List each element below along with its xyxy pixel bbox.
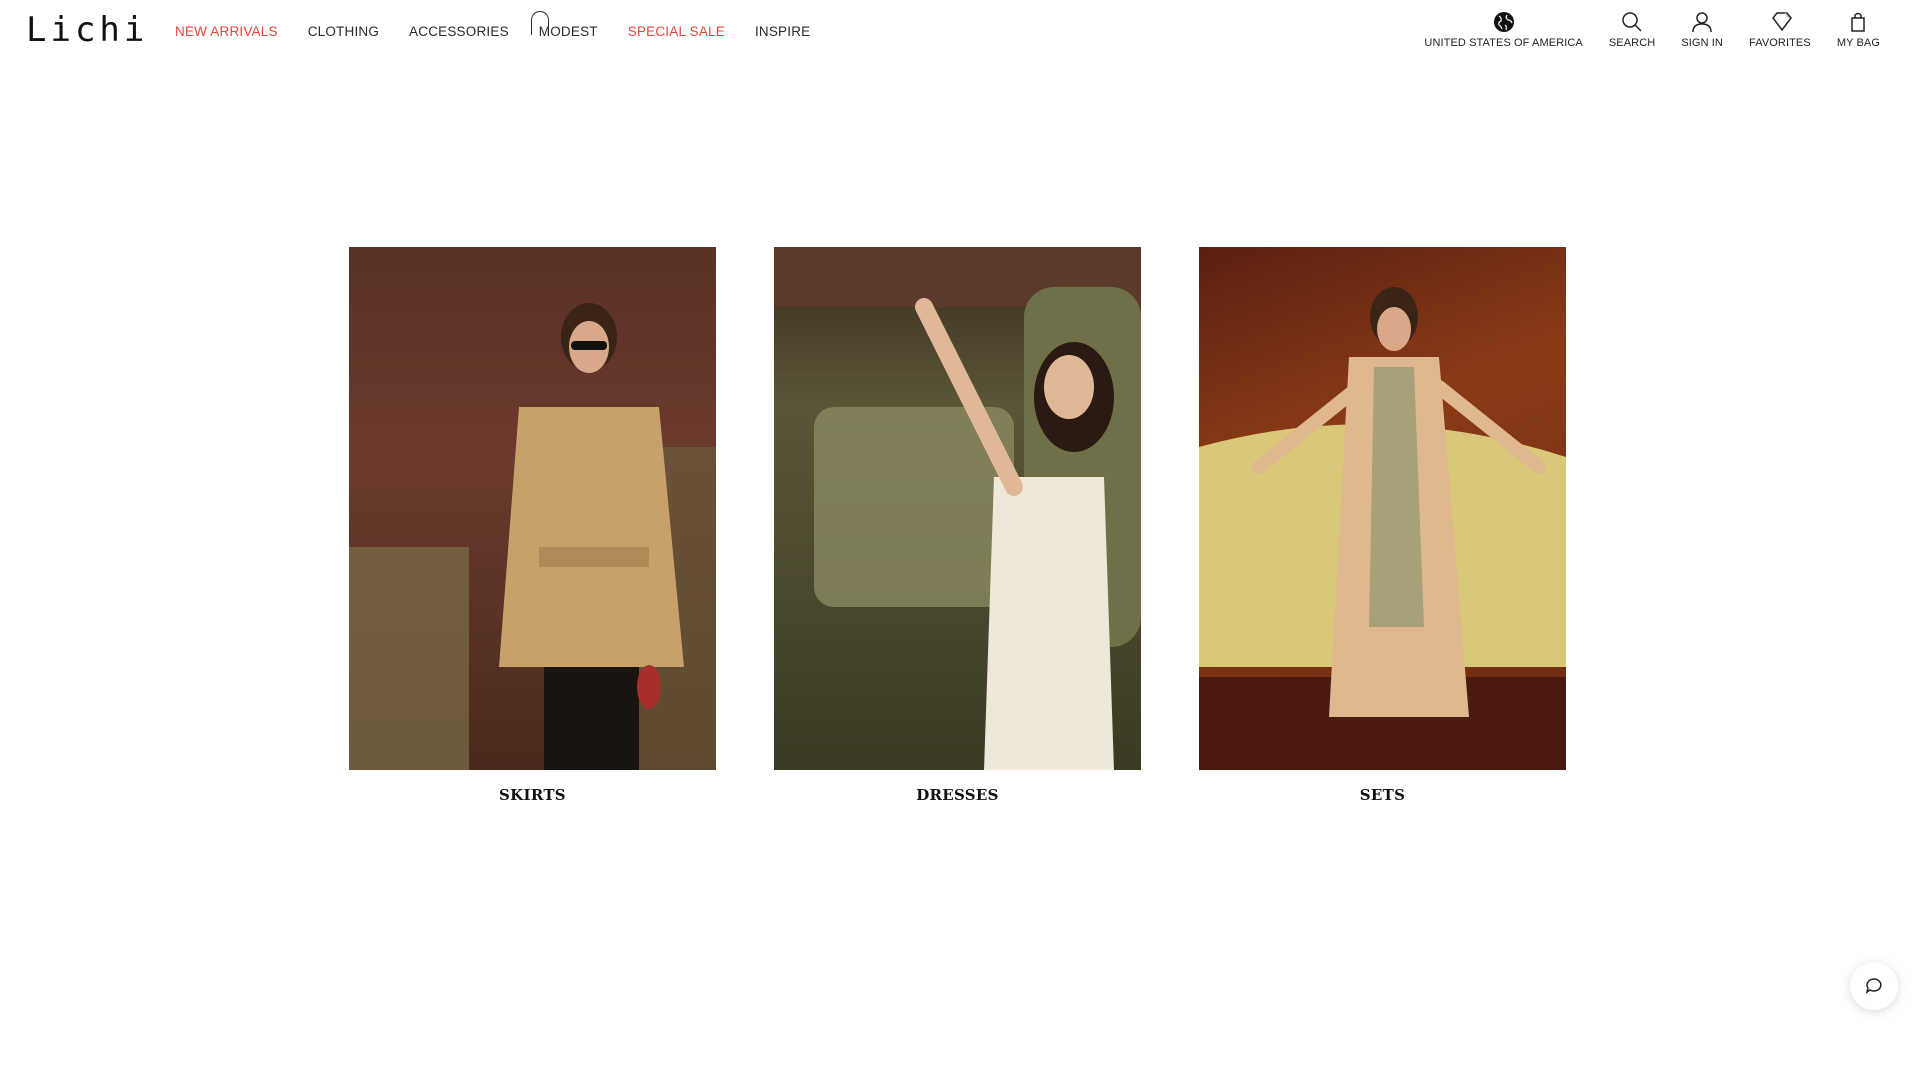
site-header: Lichi NEW ARRIVALS CLOTHING ACCESSORIES …: [0, 0, 1916, 64]
region-selector[interactable]: UNITED STATES OF AMERICA: [1424, 10, 1583, 49]
diamond-icon: [1771, 12, 1792, 32]
model-illustration: [349, 303, 716, 770]
search-button[interactable]: SEARCH: [1609, 10, 1655, 49]
globe-icon: [1493, 12, 1514, 32]
bag-button[interactable]: MY BAG: [1837, 10, 1880, 49]
nav-new-arrivals[interactable]: NEW ARRIVALS: [175, 23, 278, 41]
category-label-sets[interactable]: SETS: [1199, 786, 1566, 804]
chat-icon: [1865, 978, 1882, 994]
arch-icon: [530, 11, 549, 35]
bag-icon: [1851, 12, 1866, 32]
category-card-sets[interactable]: SETS: [1199, 247, 1566, 804]
model-illustration: [774, 247, 1141, 770]
bag-label: MY BAG: [1836, 37, 1880, 49]
category-photo-skirts[interactable]: [349, 247, 716, 770]
nav-modest[interactable]: MODEST: [530, 11, 598, 41]
favorites-label: FAVORITES: [1748, 37, 1811, 49]
sign-in-button[interactable]: SIGN IN: [1681, 10, 1723, 49]
region-label: UNITED STATES OF AMERICA: [1424, 37, 1583, 49]
search-label: SEARCH: [1608, 37, 1656, 49]
nav-clothing[interactable]: CLOTHING: [308, 23, 379, 41]
user-icon: [1692, 12, 1712, 33]
category-photo-dresses[interactable]: [774, 247, 1141, 770]
category-label-skirts[interactable]: SKIRTS: [349, 786, 716, 804]
nav-special-sale[interactable]: SPECIAL SALE: [628, 23, 725, 41]
brand-logo[interactable]: Lichi: [26, 10, 148, 50]
favorites-button[interactable]: FAVORITES: [1749, 10, 1811, 49]
header-utilities: UNITED STATES OF AMERICA SEARCH SIGN IN …: [1398, 10, 1880, 49]
model-illustration: [1199, 287, 1566, 770]
main-nav: NEW ARRIVALS CLOTHING ACCESSORIES MODEST…: [175, 11, 840, 41]
nav-accessories[interactable]: ACCESSORIES: [409, 23, 509, 41]
sign-in-label: SIGN IN: [1681, 37, 1723, 49]
search-icon: [1622, 12, 1642, 32]
category-photo-sets[interactable]: [1199, 247, 1566, 770]
category-card-skirts[interactable]: SKIRTS: [349, 247, 716, 804]
chat-button[interactable]: [1850, 962, 1898, 1010]
category-grid: SKIRTS DRESSES SETS: [349, 247, 1566, 804]
nav-inspire[interactable]: INSPIRE: [755, 23, 810, 41]
category-label-dresses[interactable]: DRESSES: [774, 786, 1141, 804]
category-card-dresses[interactable]: DRESSES: [774, 247, 1141, 804]
